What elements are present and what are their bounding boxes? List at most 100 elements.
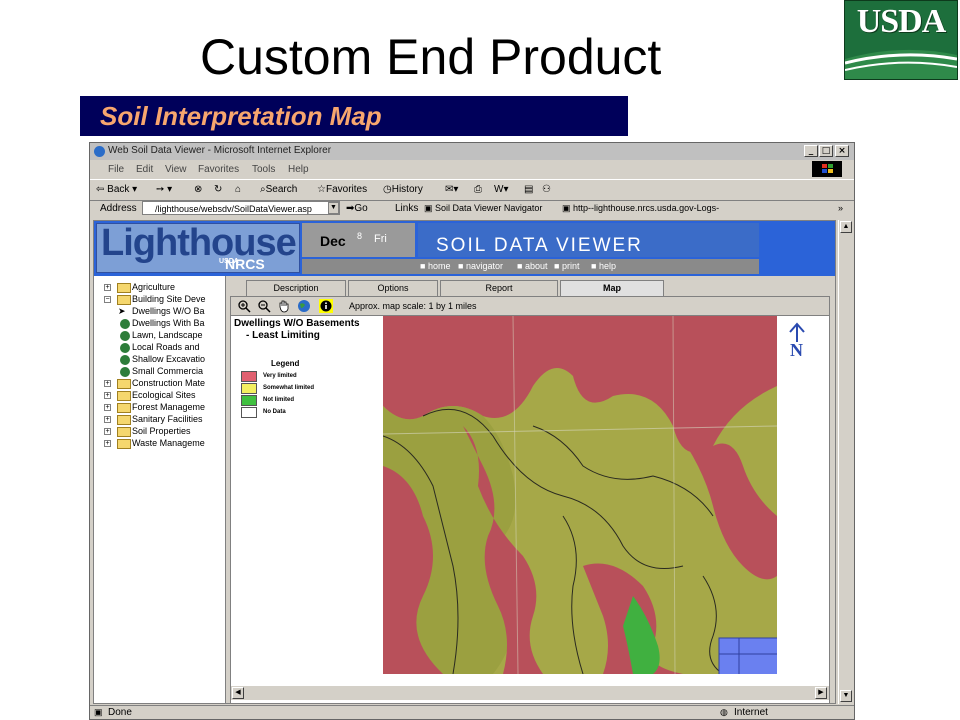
lighthouse-nrcs-text: NRCS (225, 256, 265, 272)
more-links-icon[interactable]: » (838, 203, 843, 213)
folder-icon (117, 295, 131, 305)
refresh-icon[interactable]: ↻ (214, 184, 222, 195)
tree-item-label: Waste Manageme (132, 438, 205, 448)
folder-icon (117, 427, 131, 437)
page-viewport: Lighthouse USDA NRCS Dec 8 Fri SOIL DATA… (93, 220, 836, 704)
tree-item-label: Building Site Deve (132, 294, 206, 304)
scroll-up-icon[interactable]: ▲ (840, 221, 852, 233)
back-arrow-icon: ⇦ (96, 184, 108, 195)
standard-toolbar: ⇦ Back ▾ ➙ ▾ ⊗ ↻ ⌂ ⌕Search ☆Favorites ◷H… (90, 179, 854, 201)
browser-window: Web Soil Data Viewer - Microsoft Interne… (89, 142, 855, 720)
print-icon[interactable]: ⎙ (474, 184, 482, 195)
tab-report[interactable]: Report (440, 280, 558, 296)
tree-item-label: Lawn, Landscape (132, 330, 203, 340)
nav-home[interactable]: ■ home (420, 261, 450, 271)
tree-item-label: Soil Properties (132, 426, 191, 436)
close-button[interactable]: × (835, 145, 849, 157)
tab-options[interactable]: Options (348, 280, 438, 296)
nav-navigator[interactable]: ■ navigator (458, 261, 503, 271)
scroll-right-icon[interactable]: ▶ (815, 687, 827, 699)
maximize-button[interactable]: □ (819, 145, 833, 157)
date-month: Dec (320, 233, 346, 249)
zoom-out-icon[interactable] (257, 299, 271, 313)
menu-view[interactable]: View (165, 164, 187, 175)
legend-swatch (241, 407, 257, 418)
mail-icon[interactable]: ✉▾ (445, 184, 458, 195)
expand-icon[interactable]: + (104, 428, 111, 435)
legend-title: Legend (271, 359, 300, 368)
home-icon[interactable]: ⌂ (235, 184, 241, 195)
globe-icon (120, 331, 130, 341)
tree-item-label: Shallow Excavatio (132, 354, 206, 364)
menu-tools[interactable]: Tools (252, 164, 275, 175)
subtitle-bar: Soil Interpretation Map (80, 96, 628, 136)
site-banner: Lighthouse USDA NRCS Dec 8 Fri SOIL DATA… (94, 221, 835, 276)
search-button[interactable]: ⌕Search (260, 184, 297, 195)
banner-title: SOIL DATA VIEWER (436, 235, 643, 256)
favorites-icon: ☆ (317, 184, 326, 195)
menu-favorites[interactable]: Favorites (198, 164, 239, 175)
tab-description[interactable]: Description (246, 280, 346, 296)
expand-icon[interactable]: + (104, 440, 111, 447)
date-weekday: Fri (374, 233, 387, 245)
minimize-button[interactable]: _ (804, 145, 818, 157)
tab-map[interactable]: Map (560, 280, 664, 296)
date-day: 8 (357, 231, 363, 241)
legend-label: Somewhat limited (263, 385, 315, 391)
nav-print[interactable]: ■ print (554, 261, 579, 271)
messenger-icon[interactable]: ⚇ (542, 184, 551, 195)
tree-item-label: Dwellings W/O Ba (132, 306, 205, 316)
windows-flag-icon (822, 164, 833, 173)
zoom-in-icon[interactable] (237, 299, 251, 313)
address-label: Address (100, 203, 137, 214)
slide-title: Custom End Product (200, 29, 662, 85)
usda-logo-hills (845, 49, 957, 79)
expand-icon[interactable]: + (104, 392, 111, 399)
forward-button[interactable]: ➙ ▾ (156, 184, 172, 195)
map-title: Dwellings W/O Basements - Least Limiting (234, 318, 360, 342)
expand-icon[interactable]: + (104, 380, 111, 387)
links-label: Links (395, 203, 419, 214)
menu-file[interactable]: File (108, 164, 124, 175)
discuss-icon[interactable]: ▤ (524, 184, 533, 195)
edit-icon[interactable]: W▾ (494, 184, 508, 195)
expand-icon[interactable]: + (104, 284, 111, 291)
go-button[interactable]: ➡Go (346, 203, 368, 214)
back-button[interactable]: ⇦ Back ▾ (96, 184, 137, 195)
history-button[interactable]: ◷History (383, 184, 423, 195)
internet-zone-icon: ◍ (720, 707, 728, 717)
page-icon: ▣ (424, 203, 436, 213)
favorites-button[interactable]: ☆Favorites (317, 184, 367, 195)
address-dropdown[interactable]: ▼ (328, 202, 339, 214)
stop-icon[interactable]: ⊗ (194, 184, 202, 195)
map-horizontal-scrollbar[interactable]: ◀ ▶ (231, 685, 829, 700)
expand-icon[interactable]: + (104, 404, 111, 411)
page-vertical-scrollbar[interactable]: ▲ ▼ (838, 220, 853, 704)
address-bar: Address /lighthouse/websdv/SoilDataViewe… (90, 200, 854, 218)
menu-edit[interactable]: Edit (136, 164, 153, 175)
scroll-down-icon[interactable]: ▼ (840, 690, 852, 702)
pan-hand-icon[interactable] (277, 299, 291, 313)
collapse-icon[interactable]: − (104, 296, 111, 303)
link-navigator[interactable]: ▣ Soil Data Viewer Navigator (424, 203, 542, 214)
status-bar: ▣ Done ◍ Internet (90, 705, 854, 719)
soil-data-viewer-banner: SOIL DATA VIEWER (418, 223, 759, 257)
full-extent-globe-icon[interactable] (297, 299, 311, 313)
address-input[interactable]: /lighthouse/websdv/SoilDataViewer.asp (142, 201, 340, 215)
tree-item-label: Dwellings With Ba (132, 318, 205, 328)
nav-about[interactable]: ■ about (517, 261, 547, 271)
link-logs[interactable]: ▣ http--lighthouse.nrcs.usda.gov-Logs- (562, 203, 719, 214)
menu-help[interactable]: Help (288, 164, 309, 175)
tree-item-label: Sanitary Facilities (132, 414, 203, 424)
tree-item-label: Ecological Sites (132, 390, 196, 400)
map-scale-text: Approx. map scale: 1 by 1 miles (349, 301, 477, 311)
lighthouse-logo[interactable]: Lighthouse USDA NRCS (96, 222, 300, 273)
legend-swatch (241, 383, 257, 394)
usda-logo-text: USDA (856, 3, 947, 40)
scroll-left-icon[interactable]: ◀ (232, 687, 244, 699)
soil-map-image[interactable] (383, 316, 777, 674)
expand-icon[interactable]: + (104, 416, 111, 423)
nav-help[interactable]: ■ help (591, 261, 616, 271)
globe-icon (120, 343, 130, 353)
identify-info-icon[interactable] (319, 299, 333, 313)
